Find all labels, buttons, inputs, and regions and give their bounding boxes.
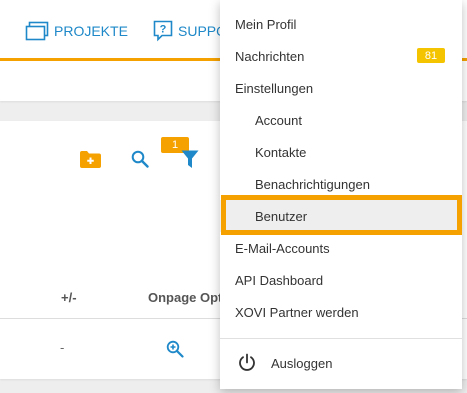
menu-item-kontakte[interactable]: Kontakte [220,136,462,168]
nav-projekte-link[interactable]: PROJEKTE [25,19,128,43]
menu-item-label: Nachrichten [235,48,305,64]
zoom-in-icon[interactable] [166,340,184,363]
column-header-plusminus[interactable]: +/- [61,290,77,305]
menu-item-mein-profil[interactable]: Mein Profil [220,8,462,40]
search-icon[interactable] [131,150,149,173]
table-cell-plusminus: - [60,340,65,355]
menu-item-benachrichtigungen[interactable]: Benachrichtigungen [220,168,462,200]
logout-label: Ausloggen [271,355,333,371]
menu-item-email-accounts[interactable]: E-Mail-Accounts [220,232,462,264]
help-chat-icon: ? [153,20,173,42]
menu-item-label: Account [255,112,302,128]
nav-support-link[interactable]: ? SUPPO [153,19,227,43]
folders-icon [25,21,49,41]
page: PROJEKTE ? SUPPO 1 +/- Onpage Opt - Mein… [0,0,467,393]
menu-item-label: Benutzer [255,208,308,224]
folder-add-icon[interactable] [80,151,101,173]
menu-item-label: Kontakte [255,144,307,160]
column-header-onpage[interactable]: Onpage Opt [148,290,222,305]
power-icon [237,353,257,376]
menu-item-label: API Dashboard [235,272,324,288]
menu-item-label: E-Mail-Accounts [235,240,330,256]
profile-dropdown-menu: Mein Profil Nachrichten 81 Einstellungen… [220,0,462,389]
menu-item-nachrichten[interactable]: Nachrichten 81 [220,40,462,72]
menu-item-label: XOVI Partner werden [235,304,359,320]
nav-projekte-label: PROJEKTE [54,23,128,39]
menu-item-label: Einstellungen [235,80,314,96]
filter-icon[interactable] [181,150,199,174]
menu-item-api-dashboard[interactable]: API Dashboard [220,264,462,296]
menu-item-benutzer[interactable]: Benutzer [220,200,462,232]
logout-button[interactable]: Ausloggen [220,347,462,379]
menu-item-label: Mein Profil [235,16,297,32]
menu-item-einstellungen[interactable]: Einstellungen [220,72,462,104]
menu-divider [220,338,462,339]
menu-item-label: Benachrichtigungen [255,176,370,192]
messages-count-badge: 81 [417,48,445,63]
menu-item-account[interactable]: Account [220,104,462,136]
svg-text:?: ? [160,24,167,36]
menu-item-xovi-partner[interactable]: XOVI Partner werden [220,296,462,328]
